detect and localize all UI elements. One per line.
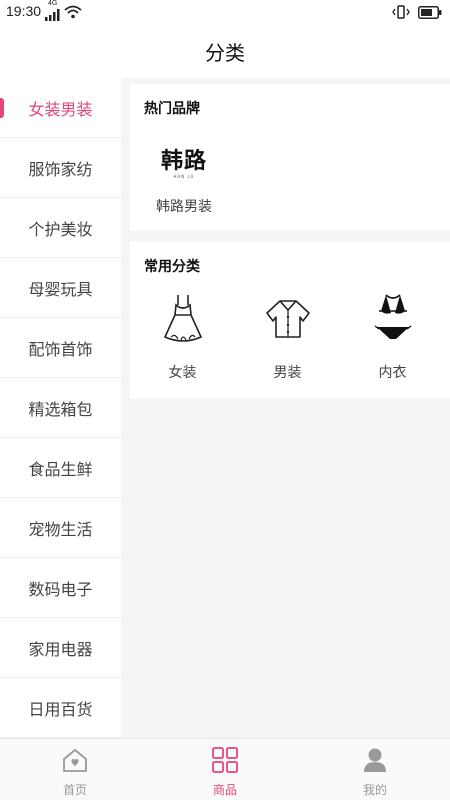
sidebar-item-pets[interactable]: 宠物生活 xyxy=(0,498,121,558)
shirt-icon xyxy=(259,290,317,348)
hot-brands-section: 热门品牌 韩路 HAN LU 韩路男装 xyxy=(130,84,450,230)
tab-home[interactable]: 首页 xyxy=(0,739,150,800)
category-item-men[interactable]: 男装 xyxy=(235,290,340,390)
sidebar-item-daily-goods[interactable]: 日用百货 xyxy=(0,678,121,738)
category-label: 女装 xyxy=(168,365,197,381)
sidebar-item-bags[interactable]: 精选箱包 xyxy=(0,378,121,438)
bikini-icon xyxy=(364,290,422,348)
sidebar-item-women-men[interactable]: 女装男装 xyxy=(0,78,121,138)
category-item-underwear[interactable]: 内衣 xyxy=(340,290,445,390)
wifi-icon xyxy=(64,4,82,23)
tab-products[interactable]: 商品 xyxy=(150,739,300,800)
brand-item[interactable]: 韩路 HAN LU 韩路男装 xyxy=(144,144,224,216)
brand-logo-text: 韩路 xyxy=(160,147,207,174)
sidebar-item-digital[interactable]: 数码电子 xyxy=(0,558,121,618)
sidebar-item-personal-care[interactable]: 个护美妆 xyxy=(0,198,121,258)
category-sidebar: 女装男装 服饰家纺 个护美妆 母婴玩具 配饰首饰 精选箱包 食品生鲜 宠物生活 … xyxy=(0,78,121,738)
battery-icon xyxy=(418,4,442,23)
signal-icon xyxy=(45,6,61,25)
hot-brands-title: 热门品牌 xyxy=(144,101,200,117)
user-icon xyxy=(361,747,389,777)
category-content: 热门品牌 韩路 HAN LU 韩路男装 常用分类 女装 男装 内衣 xyxy=(121,78,450,738)
page-title: 分类 xyxy=(0,24,450,78)
vibrate-icon xyxy=(392,4,410,23)
bottom-tab-bar: 首页 商品 我的 xyxy=(0,738,450,800)
brand-name: 韩路男装 xyxy=(156,199,212,215)
status-time: 19:30 xyxy=(6,3,42,19)
sidebar-item-accessories[interactable]: 配饰首饰 xyxy=(0,318,121,378)
dress-icon xyxy=(154,290,212,348)
tab-label: 首页 xyxy=(62,783,87,797)
sidebar-item-apparel-textiles[interactable]: 服饰家纺 xyxy=(0,138,121,198)
common-categories-section: 常用分类 女装 男装 内衣 xyxy=(130,242,450,398)
tab-profile[interactable]: 我的 xyxy=(300,739,450,800)
brand-logo-subtext: HAN LU xyxy=(173,173,195,179)
common-categories-title: 常用分类 xyxy=(144,259,200,275)
category-label: 男装 xyxy=(273,365,302,381)
tab-label: 商品 xyxy=(212,783,237,797)
sidebar-item-baby-toys[interactable]: 母婴玩具 xyxy=(0,258,121,318)
brand-logo: 韩路 HAN LU xyxy=(144,144,224,184)
sidebar-item-appliances[interactable]: 家用电器 xyxy=(0,618,121,678)
home-icon xyxy=(61,747,89,777)
status-bar: 19:30 4G xyxy=(0,0,450,24)
grid-icon xyxy=(211,747,239,777)
tab-label: 我的 xyxy=(362,783,387,797)
sidebar-item-food[interactable]: 食品生鲜 xyxy=(0,438,121,498)
category-item-women[interactable]: 女装 xyxy=(130,290,235,390)
category-label: 内衣 xyxy=(378,365,407,381)
